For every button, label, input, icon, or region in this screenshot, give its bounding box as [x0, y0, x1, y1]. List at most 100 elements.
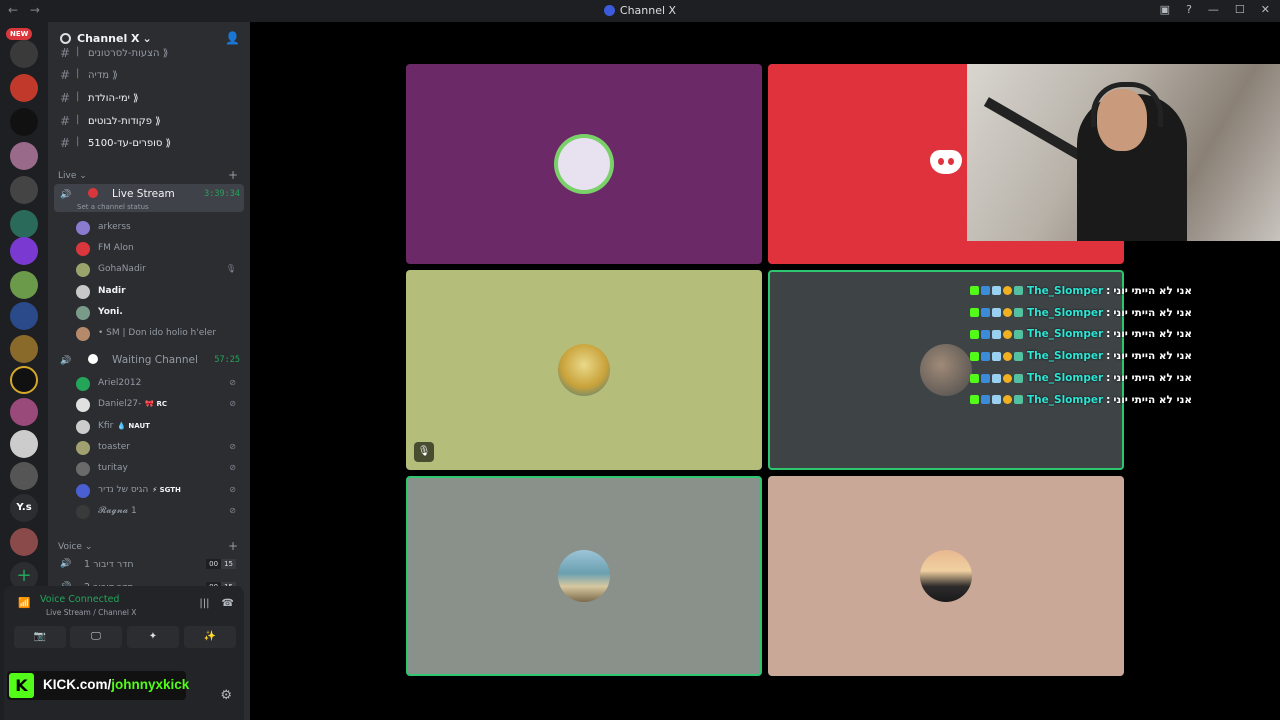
minimize-button[interactable]: — — [1208, 3, 1219, 16]
text-channel[interactable]: # | מדיה ⟫ — [48, 68, 250, 88]
avatar — [76, 441, 90, 455]
activity-button[interactable]: ✦ — [127, 626, 179, 648]
voice-member[interactable]: arkerss — [76, 219, 240, 237]
video-tile-speaking[interactable] — [406, 476, 762, 676]
server-icon[interactable] — [10, 335, 38, 363]
help-icon[interactable]: ? — [1186, 3, 1192, 16]
chevron-down-icon: ⌄ — [79, 171, 87, 181]
server-folder[interactable] — [10, 528, 38, 556]
voice-location[interactable]: Live Stream / Channel X — [46, 608, 136, 617]
voice-member[interactable]: הגיס של נדיר ⚡ SGTH ⊘ — [76, 482, 240, 500]
avatar — [558, 138, 610, 190]
voice-member[interactable]: GohaNadir 🎙 — [76, 261, 240, 279]
channel-status[interactable]: Set a channel status — [77, 203, 149, 211]
member-name: toaster — [98, 442, 131, 452]
voice-member[interactable]: Yoni. — [76, 304, 240, 322]
voice-member[interactable]: Nadir — [76, 283, 240, 301]
speaker-icon: 🔊 — [60, 356, 72, 366]
discord-logo-icon — [930, 150, 962, 174]
settings-gear-icon[interactable]: ⚙ — [220, 688, 232, 703]
server-icon[interactable] — [10, 108, 38, 136]
user-limit: 0015 — [206, 559, 236, 569]
avatar — [558, 550, 610, 602]
category-voice[interactable]: Voice ⌄ — [58, 542, 92, 552]
server-icon-ys[interactable]: Y.s — [10, 494, 38, 522]
server-icon[interactable] — [10, 176, 38, 204]
video-tile[interactable] — [406, 64, 762, 264]
member-name: FM Alon — [98, 243, 134, 253]
avatar — [76, 462, 90, 476]
text-channel[interactable]: # | ימי-הולדת ⟫ — [48, 91, 250, 111]
hash-icon: # — [60, 136, 71, 150]
voice-member[interactable]: Ariel2012 ⊘ — [76, 375, 240, 393]
hash-icon: # — [60, 68, 71, 82]
voice-member[interactable]: • SM | Don ido holio h'eler — [76, 325, 240, 343]
server-icon[interactable] — [10, 74, 38, 102]
voice-member[interactable]: 𝓡𝓪𝓰𝓷𝓪 1 ⊘ — [76, 503, 240, 521]
chat-text: אני לא הייתי יוני — [1113, 350, 1193, 363]
text-channel[interactable]: # | פקודות-לבוטים ⟫ — [48, 114, 250, 134]
voice-member[interactable]: FM Alon — [76, 240, 240, 258]
add-member-icon[interactable]: 👤 — [225, 31, 240, 45]
server-icon[interactable] — [10, 210, 38, 238]
voice-channel-live-stream[interactable]: 🔊 Live Stream 3:39:34 Set a channel stat… — [54, 184, 244, 212]
video-stage: 🎙 The_Slomper: אני לא הייתי יוני The_Slomp… — [250, 22, 1280, 720]
chat-overlay: The_Slomper: אני לא הייתי יוני The_Slomper… — [970, 280, 1230, 411]
noise-suppression-icon[interactable]: ||| — [199, 598, 209, 609]
voice-member[interactable]: Daniel27- 🎀 RC ⊘ — [76, 396, 240, 414]
voice-member[interactable]: Kfir 💧 NAUT — [76, 418, 240, 436]
text-channel[interactable]: # | הצעות-לסרטונים ⟫ — [48, 46, 250, 66]
member-name: Ariel2012 — [98, 378, 142, 388]
server-icon[interactable] — [10, 462, 38, 490]
server-icon[interactable] — [10, 398, 38, 426]
server-icon[interactable] — [10, 237, 38, 265]
voice-member[interactable]: turitay ⊘ — [76, 460, 240, 478]
disconnect-icon[interactable]: ☎ — [222, 598, 234, 609]
inbox-icon[interactable]: ▣ — [1160, 3, 1170, 16]
soundboard-button[interactable]: ✨ — [184, 626, 236, 648]
chat-username: The_Slomper — [1027, 284, 1104, 297]
avatar — [76, 221, 90, 235]
server-icon[interactable] — [10, 142, 38, 170]
kick-url: KICK.com/johnnyxkick — [43, 677, 190, 692]
chat-text: אני לא הייתי יוני — [1113, 393, 1193, 406]
screen-share-button[interactable]: 🖵 — [70, 626, 122, 648]
clock-icon — [88, 354, 98, 364]
chat-text: אני לא הייתי יוני — [1113, 306, 1193, 319]
video-tile[interactable] — [768, 476, 1124, 676]
signal-icon[interactable]: 📶 — [18, 598, 30, 609]
chat-badges-icon — [970, 395, 1023, 405]
deafened-icon: ⊘ — [229, 442, 236, 451]
maximize-button[interactable]: ☐ — [1235, 3, 1245, 16]
text-channel[interactable]: # | סופרים-עד-5100 ⟫ — [48, 136, 250, 156]
live-dot-icon — [88, 188, 98, 198]
channel-name: ימי-הולדת ⟫ — [88, 93, 139, 104]
server-icon-active[interactable] — [10, 302, 38, 330]
avatar — [76, 306, 90, 320]
server-icon[interactable] — [10, 430, 38, 458]
server-icon[interactable] — [10, 40, 38, 68]
voice-channel[interactable]: 🔊 חדר דיבור 1 00 15 — [54, 555, 244, 575]
chat-badges-icon — [970, 286, 1023, 296]
avatar — [76, 420, 90, 434]
category-live[interactable]: Live ⌄ — [58, 171, 87, 181]
window-title: Channel X — [0, 4, 1280, 17]
voice-member[interactable]: toaster ⊘ — [76, 439, 240, 457]
server-icon[interactable] — [10, 366, 38, 394]
speaker-icon: 🔊 — [60, 559, 72, 569]
avatar — [76, 398, 90, 412]
add-channel-icon[interactable]: + — [228, 539, 238, 553]
voice-channel-waiting[interactable]: 🔊 Waiting Channel 57:25 — [54, 350, 244, 378]
deafened-icon: ⊘ — [229, 485, 236, 494]
server-icon[interactable] — [10, 271, 38, 299]
hash-icon: # — [60, 91, 71, 105]
camera-button[interactable]: 📷 — [14, 626, 66, 648]
close-button[interactable]: ✕ — [1261, 3, 1270, 16]
chat-username: The_Slomper — [1027, 372, 1104, 385]
hash-icon: # — [60, 46, 71, 60]
avatar — [76, 242, 90, 256]
add-channel-icon[interactable]: + — [228, 168, 238, 182]
video-tile[interactable]: 🎙 — [406, 270, 762, 470]
chat-text: אני לא הייתי יוני — [1113, 372, 1193, 385]
avatar — [76, 377, 90, 391]
